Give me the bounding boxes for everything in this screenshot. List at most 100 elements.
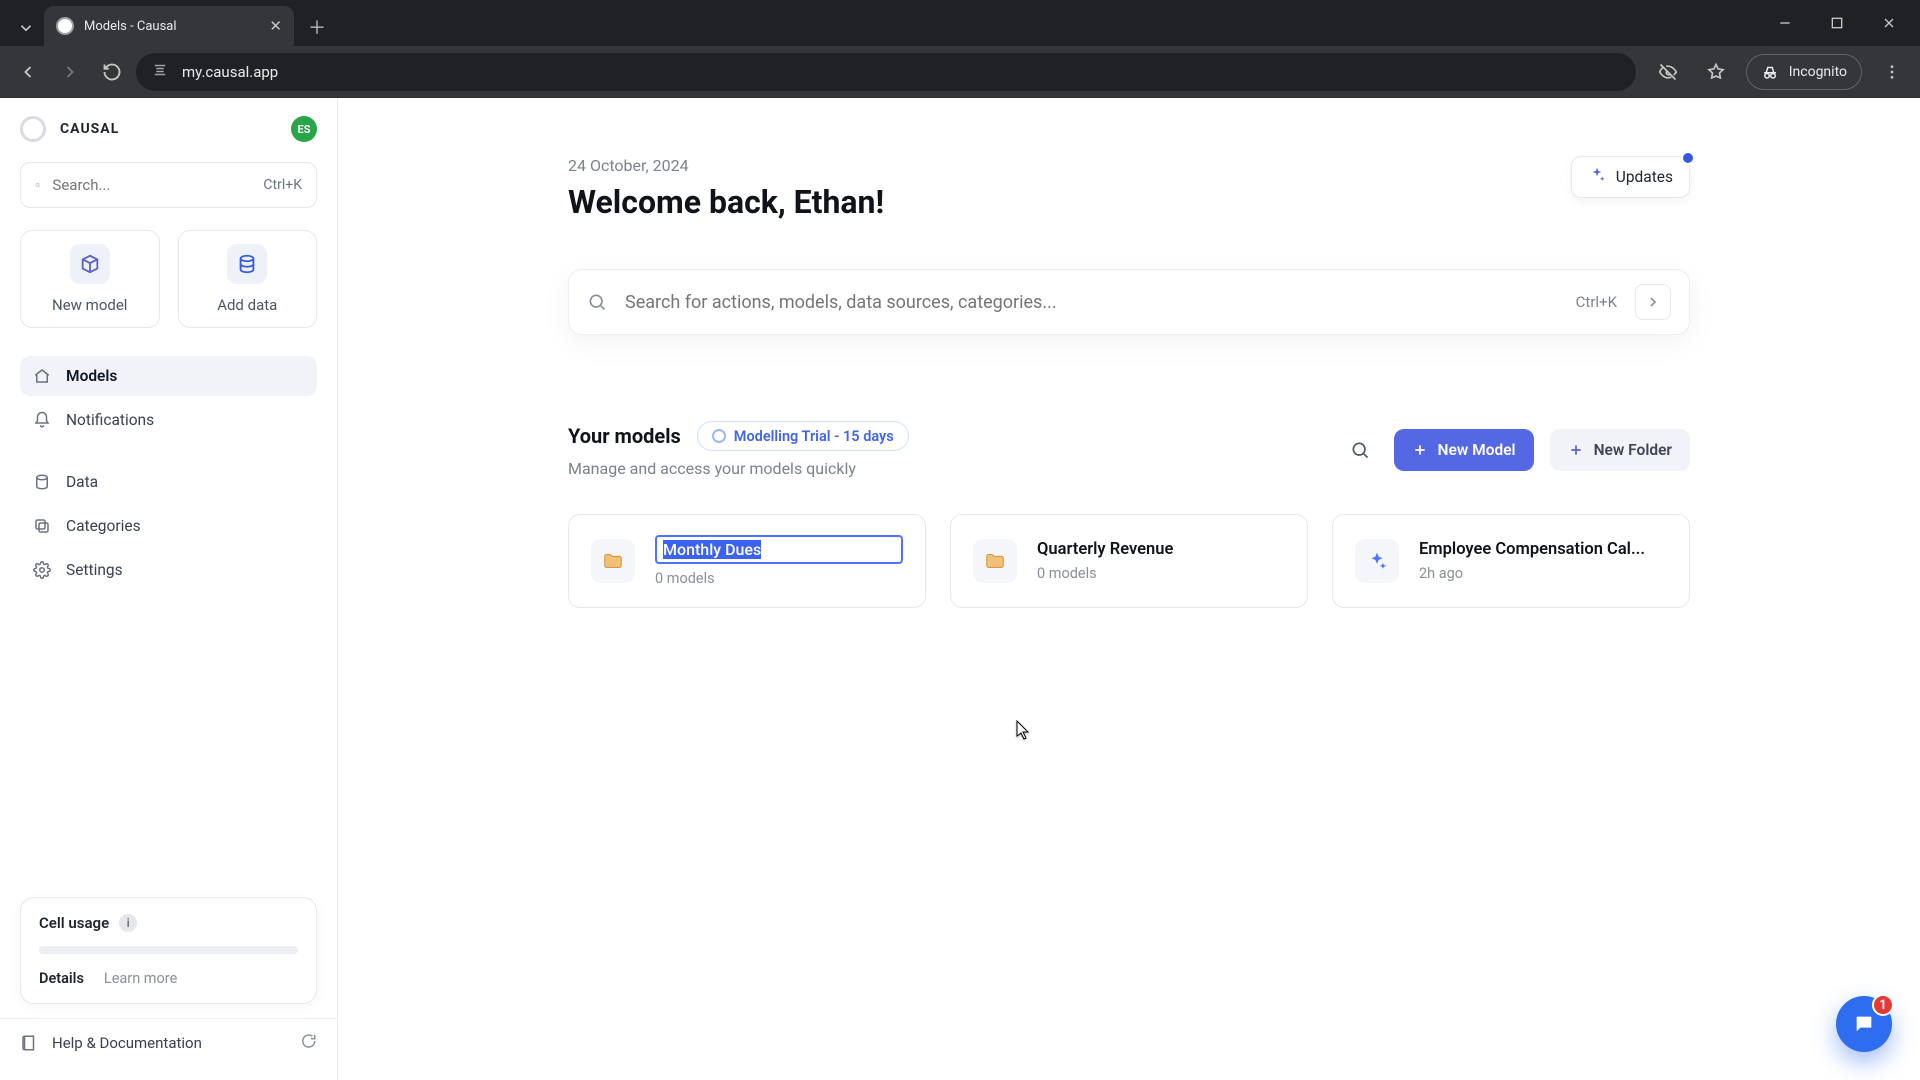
- bell-icon: [32, 411, 52, 429]
- add-data-quick-button[interactable]: Add data: [178, 230, 318, 328]
- book-icon: [20, 1034, 38, 1052]
- nav-models-label: Models: [66, 367, 117, 385]
- cube-icon: [70, 244, 110, 284]
- model-card-folder[interactable]: Quarterly Revenue 0 models: [950, 514, 1308, 608]
- window-maximize-button[interactable]: [1820, 6, 1854, 40]
- nav-settings[interactable]: Settings: [20, 550, 317, 590]
- new-model-quick-button[interactable]: New model: [20, 230, 160, 328]
- database-small-icon: [32, 473, 52, 491]
- new-model-button[interactable]: New Model: [1394, 429, 1534, 471]
- window-minimize-button[interactable]: [1768, 6, 1802, 40]
- card-subtitle: 0 models: [1037, 565, 1285, 582]
- tab-title: Models - Causal: [84, 19, 177, 34]
- main-content: 24 October, 2024 Welcome back, Ethan! Up…: [338, 98, 1920, 1080]
- nav-back-button[interactable]: [10, 54, 46, 90]
- search-icon: [35, 176, 40, 194]
- cell-usage-bar: [39, 946, 298, 954]
- new-folder-label: New Folder: [1594, 441, 1672, 459]
- card-title: Employee Compensation Cal...: [1419, 540, 1667, 559]
- help-docs-link[interactable]: Help & Documentation: [0, 1018, 337, 1066]
- incognito-label: Incognito: [1789, 64, 1847, 80]
- sidebar-search-input[interactable]: [52, 176, 251, 194]
- tab-search-dropdown[interactable]: [8, 10, 44, 46]
- address-bar[interactable]: my.causal.app: [136, 53, 1636, 91]
- global-search[interactable]: Ctrl+K: [568, 269, 1690, 335]
- tab-favicon: [56, 17, 74, 35]
- sidebar-search[interactable]: Ctrl+K: [20, 162, 317, 208]
- brand: CAUSAL ES: [20, 116, 317, 142]
- nav-categories-label: Categories: [66, 517, 141, 535]
- card-subtitle: 0 models: [655, 570, 903, 587]
- folder-rename-input[interactable]: [655, 535, 903, 564]
- trial-ring-icon: [712, 429, 726, 443]
- support-chat-badge: 1: [1872, 994, 1894, 1016]
- trial-chip[interactable]: Modelling Trial - 15 days: [697, 421, 909, 451]
- new-folder-button[interactable]: New Folder: [1550, 429, 1690, 471]
- welcome-heading: Welcome back, Ethan!: [568, 183, 1690, 221]
- help-docs-label: Help & Documentation: [52, 1034, 202, 1052]
- global-search-hint: Ctrl+K: [1576, 293, 1617, 311]
- nav-notifications[interactable]: Notifications: [20, 400, 317, 440]
- your-models-title: Your models: [568, 424, 681, 448]
- card-subtitle: 2h ago: [1419, 565, 1667, 582]
- add-data-quick-label: Add data: [217, 296, 277, 314]
- updates-button[interactable]: Updates: [1571, 156, 1690, 198]
- user-avatar-badge[interactable]: ES: [291, 116, 317, 142]
- info-icon[interactable]: i: [119, 914, 137, 932]
- nav-data-label: Data: [66, 473, 98, 491]
- chat-icon: [1853, 1013, 1875, 1035]
- sidebar: CAUSAL ES Ctrl+K New model Add data: [0, 98, 338, 1080]
- new-model-label: New Model: [1438, 441, 1516, 459]
- bookmark-star-icon[interactable]: [1698, 54, 1734, 90]
- nav-categories[interactable]: Categories: [20, 506, 317, 546]
- gear-icon: [32, 561, 52, 579]
- nav-forward-button[interactable]: [52, 54, 88, 90]
- browser-menu-button[interactable]: [1874, 54, 1910, 90]
- sparkle-icon: [1588, 166, 1606, 188]
- feedback-chat-icon[interactable]: [299, 1032, 317, 1054]
- eye-off-icon[interactable]: [1650, 54, 1686, 90]
- address-bar-url: my.causal.app: [182, 63, 278, 81]
- folder-icon: [973, 539, 1017, 583]
- plus-icon: [1412, 442, 1428, 458]
- database-icon: [227, 244, 267, 284]
- sidebar-nav: Models Notifications Data Categories: [20, 356, 317, 590]
- your-models-subtitle: Manage and access your models quickly: [568, 459, 909, 478]
- tab-close-icon[interactable]: ✕: [269, 17, 282, 35]
- browser-tab-active[interactable]: Models - Causal ✕: [44, 6, 294, 46]
- window-close-button[interactable]: [1872, 6, 1906, 40]
- browser-toolbar: my.causal.app Incognito: [0, 46, 1920, 98]
- new-tab-button[interactable]: ＋: [300, 10, 334, 44]
- global-search-go-button[interactable]: [1635, 284, 1671, 320]
- cell-usage-title: Cell usage: [39, 914, 109, 932]
- brand-name: CAUSAL: [60, 121, 119, 137]
- nav-notifications-label: Notifications: [66, 411, 154, 429]
- brand-logo-icon: [20, 116, 46, 142]
- model-card-folder-editing[interactable]: 0 models: [568, 514, 926, 608]
- cell-usage-details-link[interactable]: Details: [39, 970, 84, 987]
- browser-tabstrip: Models - Causal ✕ ＋: [0, 0, 1920, 46]
- header-date: 24 October, 2024: [568, 156, 1690, 175]
- incognito-icon: [1761, 63, 1779, 81]
- cell-usage-learn-more-link[interactable]: Learn more: [104, 970, 177, 987]
- nav-data[interactable]: Data: [20, 462, 317, 502]
- nav-reload-button[interactable]: [94, 54, 130, 90]
- trial-chip-label: Modelling Trial - 15 days: [734, 428, 894, 445]
- card-title: Quarterly Revenue: [1037, 540, 1285, 559]
- updates-label: Updates: [1616, 168, 1673, 186]
- folder-icon: [591, 539, 635, 583]
- copy-icon: [32, 517, 52, 535]
- model-card-model[interactable]: Employee Compensation Cal... 2h ago: [1332, 514, 1690, 608]
- site-settings-icon[interactable]: [150, 61, 170, 83]
- search-icon: [587, 292, 607, 312]
- global-search-input[interactable]: [625, 292, 1558, 313]
- model-sparkle-icon: [1355, 539, 1399, 583]
- nav-models[interactable]: Models: [20, 356, 317, 396]
- sidebar-search-hint: Ctrl+K: [263, 177, 302, 193]
- home-icon: [32, 367, 52, 385]
- nav-settings-label: Settings: [66, 561, 123, 579]
- incognito-chip[interactable]: Incognito: [1746, 54, 1862, 90]
- support-chat-button[interactable]: 1: [1836, 996, 1892, 1052]
- new-model-quick-label: New model: [52, 296, 127, 314]
- models-search-button[interactable]: [1342, 432, 1378, 468]
